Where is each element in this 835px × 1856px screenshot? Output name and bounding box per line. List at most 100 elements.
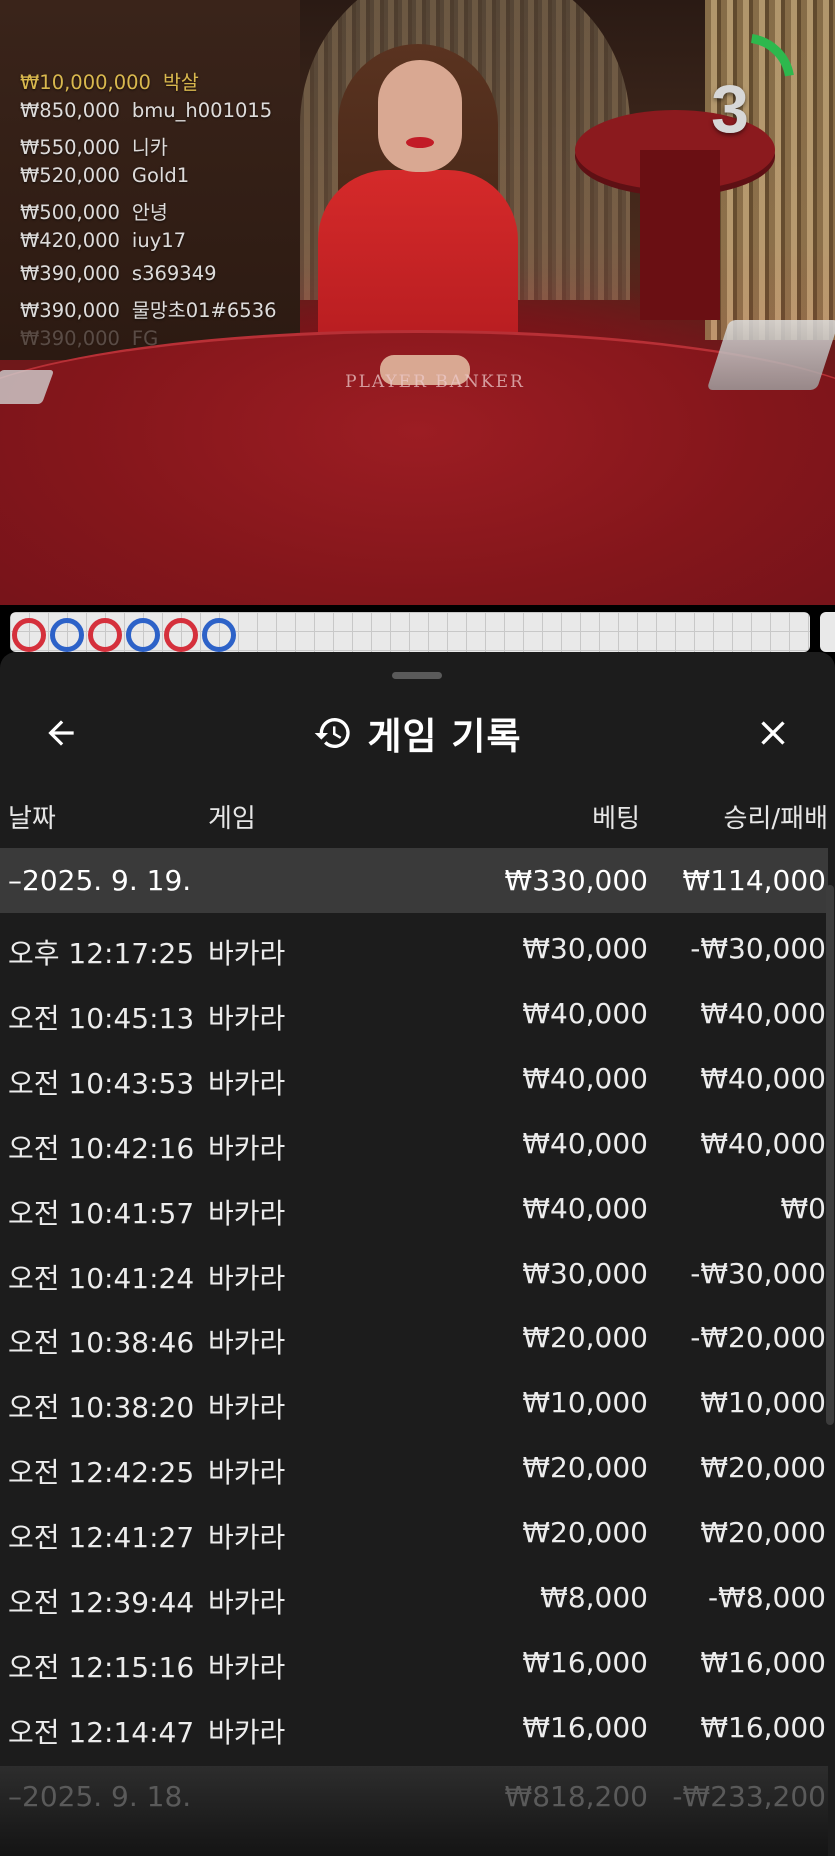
history-row[interactable]: 오전 12:42:25 바카라 ₩20,000 ₩20,000 (0, 1437, 828, 1502)
date-group-row[interactable]: –2025. 9. 19. ₩330,000 ₩114,000 (0, 848, 828, 913)
row-result: ₩10,000 (700, 1386, 826, 1420)
leaderboard-name: 니카 (131, 136, 168, 160)
bead-marker (12, 618, 46, 652)
close-icon (761, 721, 785, 745)
history-row[interactable]: 오전 10:45:13 바카라 ₩40,000 ₩40,000 (0, 983, 828, 1048)
background-curtain (640, 150, 720, 320)
row-time: 오전 12:15:16 (8, 1650, 195, 1684)
column-header-game: 게임 (208, 804, 256, 834)
date-group-bet-total: ₩818,200 (504, 1780, 648, 1813)
row-bet: ₩8,000 (540, 1581, 648, 1614)
leaderboard-name: 물망초01#6536 (131, 299, 277, 323)
leaderboard-row: ₩500,000 안녕 (20, 196, 340, 229)
sheet-drag-handle[interactable] (392, 672, 442, 679)
history-row[interactable]: 오전 10:38:20 바카라 ₩10,000 ₩10,000 (0, 1372, 828, 1437)
row-bet: ₩40,000 (522, 1061, 648, 1095)
row-bet: ₩10,000 (522, 1386, 648, 1420)
leaderboard-amount: ₩520,000 (20, 163, 120, 187)
date-group-row-next[interactable]: –2025. 9. 18. ₩818,200 -₩233,200 (0, 1766, 828, 1856)
sheet-header: 게임 기록 (0, 698, 835, 768)
row-game: 바카라 (208, 1066, 286, 1100)
leaderboard-row: ₩390,000 FG (20, 327, 340, 360)
column-header-bet: 베팅 (592, 804, 640, 834)
history-row[interactable]: 오전 12:14:47 바카라 ₩16,000 ₩16,000 (0, 1697, 828, 1762)
row-time: 오전 10:38:20 (8, 1391, 195, 1425)
history-row[interactable]: 오전 12:15:16 바카라 ₩16,000 ₩16,000 (0, 1632, 828, 1697)
dealer-face (378, 60, 462, 172)
leaderboard-amount: ₩390,000 (20, 299, 120, 323)
column-header-date: 날짜 (8, 804, 56, 834)
leaderboard-row: ₩420,000 iuy17 (20, 229, 340, 262)
row-game: 바카라 (208, 1001, 286, 1035)
history-row[interactable]: 오전 12:41:27 바카라 ₩20,000 ₩20,000 (0, 1502, 828, 1567)
row-bet: ₩16,000 (522, 1710, 648, 1744)
history-row[interactable]: 오후 12:17:25 바카라 ₩30,000 -₩30,000 (0, 918, 828, 983)
row-time: 오전 10:42:16 (8, 1131, 195, 1165)
leaderboard-row: ₩390,000 s369349 (20, 262, 340, 295)
date-group-result-total: -₩233,200 (672, 1780, 826, 1813)
history-row[interactable]: 오전 10:41:57 바카라 ₩40,000 ₩0 (0, 1178, 828, 1243)
row-time: 오전 12:42:25 (8, 1456, 195, 1490)
leaderboard-row: ₩390,000 물망초01#6536 (20, 294, 340, 327)
row-bet: ₩20,000 (522, 1321, 648, 1355)
close-button[interactable] (748, 708, 798, 758)
leaderboard-amount: ₩500,000 (20, 201, 120, 225)
bead-marker (164, 618, 198, 652)
history-row[interactable]: 오전 10:41:24 바카라 ₩30,000 -₩30,000 (0, 1243, 828, 1308)
back-button[interactable] (36, 708, 86, 758)
row-result: -₩30,000 (690, 1256, 826, 1290)
row-bet: ₩40,000 (522, 1126, 648, 1160)
row-result: ₩16,000 (700, 1645, 826, 1679)
row-game: 바카라 (208, 1521, 286, 1555)
history-row[interactable]: 오전 10:38:46 바카라 ₩20,000 -₩20,000 (0, 1307, 828, 1372)
history-row[interactable]: 오전 10:43:53 바카라 ₩40,000 ₩40,000 (0, 1048, 828, 1113)
row-game: 바카라 (208, 1196, 286, 1230)
row-result: ₩40,000 (700, 1061, 826, 1095)
row-game: 바카라 (208, 1650, 286, 1684)
row-game: 바카라 (208, 1131, 286, 1165)
dealer-lips (406, 137, 434, 148)
row-time: 오전 10:38:46 (8, 1326, 195, 1360)
row-game: 바카라 (208, 937, 286, 970)
history-row[interactable]: 오전 12:39:44 바카라 ₩8,000 -₩8,000 (0, 1567, 828, 1632)
row-result: ₩20,000 (700, 1451, 826, 1485)
row-result: ₩16,000 (700, 1710, 826, 1744)
row-time: 오전 10:41:24 (8, 1261, 195, 1295)
winners-leaderboard: ₩10,000,000 박살 ₩850,000 bmu_h001015 ₩550,0… (20, 66, 340, 359)
sheet-title-group: 게임 기록 (0, 698, 835, 768)
bead-marker (202, 618, 236, 652)
row-result: -₩20,000 (690, 1321, 826, 1355)
road-side-panel (820, 612, 835, 652)
row-game: 바카라 (208, 1391, 286, 1425)
row-time: 오후 12:17:25 (8, 937, 195, 970)
row-game: 바카라 (208, 1715, 286, 1749)
row-bet: ₩30,000 (522, 932, 648, 965)
row-game: 바카라 (208, 1586, 286, 1619)
countdown-timer-value: 3 (711, 71, 749, 147)
row-result: -₩8,000 (708, 1581, 826, 1614)
leaderboard-amount: ₩390,000 (20, 326, 120, 350)
leaderboard-name: 박살 (162, 71, 199, 94)
bead-marker (50, 618, 84, 652)
leaderboard-amount: ₩420,000 (20, 228, 120, 252)
scrollbar[interactable] (826, 885, 834, 1425)
row-time: 오전 12:41:27 (8, 1521, 195, 1555)
bead-marker (126, 618, 160, 652)
history-icon (315, 718, 351, 748)
row-time: 오전 10:41:57 (8, 1196, 195, 1230)
row-bet: ₩40,000 (522, 1191, 648, 1225)
leaderboard-name: 안녕 (131, 201, 168, 225)
row-result: ₩40,000 (700, 996, 826, 1030)
date-group-label: –2025. 9. 18. (8, 1780, 192, 1813)
sheet-title: 게임 기록 (367, 715, 522, 758)
leaderboard-amount: ₩850,000 (20, 98, 120, 122)
leaderboard-row: ₩850,000 bmu_h001015 (20, 99, 340, 132)
row-game: 바카라 (208, 1326, 286, 1360)
leaderboard-row: ₩520,000 Gold1 (20, 164, 340, 197)
card-shoe (706, 320, 835, 390)
table-felt-text: PLAYER BANKER (345, 372, 525, 392)
row-bet: ₩20,000 (522, 1451, 648, 1485)
row-bet: ₩20,000 (522, 1516, 648, 1550)
row-game: 바카라 (208, 1456, 286, 1490)
history-row[interactable]: 오전 10:42:16 바카라 ₩40,000 ₩40,000 (0, 1113, 828, 1178)
